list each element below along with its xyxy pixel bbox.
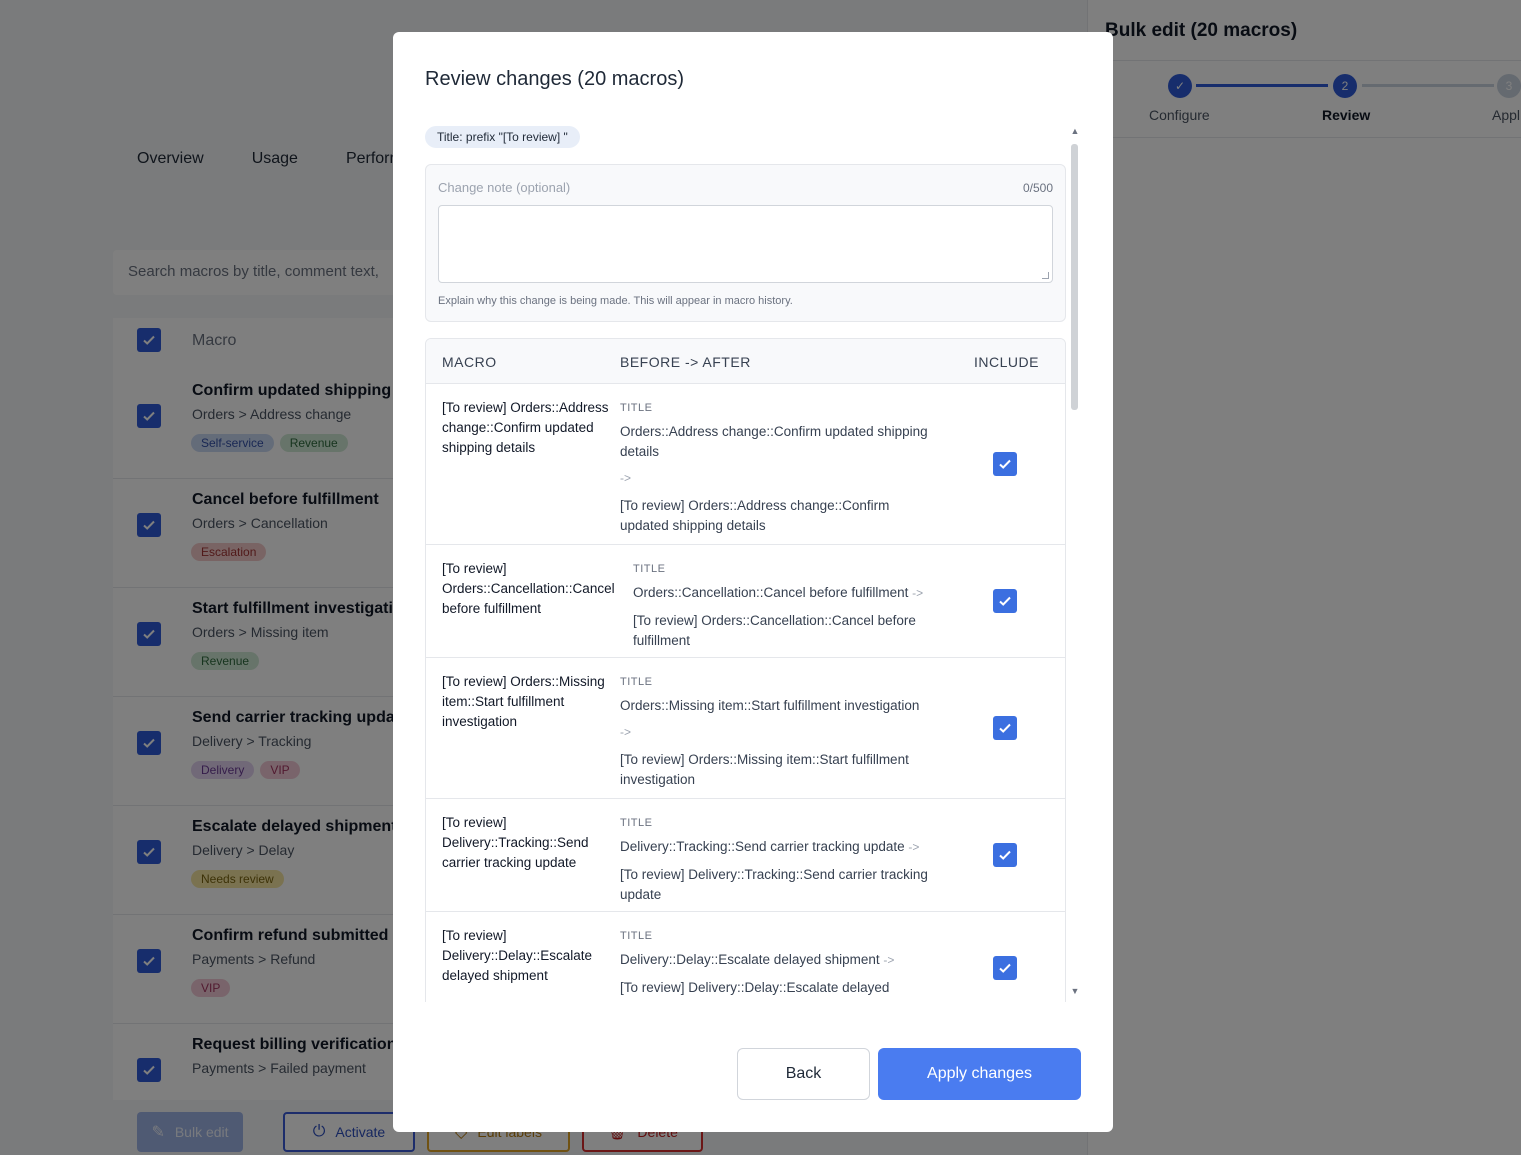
include-checkbox[interactable]: [993, 589, 1017, 613]
dialog-title: Review changes (20 macros): [425, 68, 684, 90]
check-icon: [999, 596, 1011, 606]
table-row: [To review] Orders::Missing item::Start …: [426, 658, 1065, 799]
after-value: [To review] Orders::Cancellation::Cancel…: [633, 613, 916, 648]
table-row: [To review] Orders::Address change::Conf…: [426, 384, 1065, 545]
before-value: Orders::Cancellation::Cancel before fulf…: [633, 585, 909, 600]
scroll-up-icon[interactable]: ▲: [1069, 126, 1081, 136]
check-icon: [999, 723, 1011, 733]
arrow-indicator: ->: [620, 471, 632, 485]
field-label: TITLE: [633, 563, 666, 575]
arrow-indicator: ->: [912, 586, 924, 600]
field-label: TITLE: [620, 402, 653, 414]
change-summary-chip: Title: prefix "[To review] ": [425, 126, 580, 148]
macro-title: [To review] Orders::Address change::Conf…: [442, 400, 609, 455]
check-icon: [999, 963, 1011, 973]
after-value: [To review] Orders::Missing item::Start …: [620, 752, 909, 787]
apply-changes-button[interactable]: Apply changes: [878, 1048, 1081, 1100]
before-value: Orders::Missing item::Start fulfillment …: [620, 698, 920, 713]
review-changes-dialog: Review changes (20 macros) Title: prefix…: [393, 32, 1113, 1132]
change-note-textarea[interactable]: [438, 205, 1053, 283]
before-value: Orders::Address change::Confirm updated …: [620, 424, 928, 459]
include-checkbox[interactable]: [993, 956, 1017, 980]
arrow-indicator: ->: [908, 840, 920, 854]
check-icon: [999, 459, 1011, 469]
include-checkbox[interactable]: [993, 716, 1017, 740]
change-note-help: Explain why this change is being made. T…: [438, 295, 793, 307]
macro-title: [To review] Orders::Missing item::Start …: [442, 674, 605, 729]
column-header-before-after: BEFORE -> AFTER: [620, 354, 751, 370]
before-after-cell: TITLE Orders::Cancellation::Cancel befor…: [633, 559, 943, 651]
column-header-macro: MACRO: [442, 354, 497, 370]
after-value: [To review] Orders::Address change::Conf…: [620, 498, 890, 533]
include-checkbox[interactable]: [993, 452, 1017, 476]
table-row: [To review] Delivery::Delay::Escalate de…: [426, 912, 1065, 1002]
after-value: [To review] Delivery::Delay::Escalate de…: [620, 980, 890, 1002]
change-note-label: Change note (optional): [438, 180, 571, 195]
field-label: TITLE: [620, 676, 653, 688]
before-after-cell: TITLE Delivery::Delay::Escalate delayed …: [620, 926, 940, 1002]
scrollbar-thumb[interactable]: [1071, 144, 1078, 410]
dialog-scroll-area[interactable]: Title: prefix "[To review] " Change note…: [425, 126, 1075, 1002]
macro-title: [To review] Delivery::Tracking::Send car…: [442, 815, 589, 870]
arrow-indicator: ->: [883, 953, 895, 967]
macro-title: [To review] Orders::Cancellation::Cancel…: [442, 561, 615, 616]
back-button[interactable]: Back: [737, 1048, 870, 1100]
after-value: [To review] Delivery::Tracking::Send car…: [620, 867, 928, 902]
macro-title: [To review] Delivery::Delay::Escalate de…: [442, 928, 593, 983]
before-value: Delivery::Tracking::Send carrier trackin…: [620, 839, 905, 854]
before-after-cell: TITLE Orders::Address change::Confirm up…: [620, 398, 940, 536]
scroll-down-icon[interactable]: ▼: [1069, 986, 1081, 996]
table-row: [To review] Orders::Cancellation::Cancel…: [426, 545, 1065, 658]
change-note-section: Change note (optional) 0/500 Explain why…: [425, 164, 1066, 322]
table-header: MACRO BEFORE -> AFTER INCLUDE: [426, 339, 1065, 384]
table-row: [To review] Delivery::Tracking::Send car…: [426, 799, 1065, 912]
field-label: TITLE: [620, 817, 653, 829]
dialog-scrollbar[interactable]: ▲ ▼: [1069, 126, 1081, 998]
before-after-cell: TITLE Orders::Missing item::Start fulfil…: [620, 672, 940, 790]
changes-table: MACRO BEFORE -> AFTER INCLUDE [To review…: [425, 338, 1066, 1002]
arrow-indicator: ->: [620, 725, 632, 739]
column-header-include: INCLUDE: [974, 354, 1039, 370]
change-note-counter: 0/500: [1022, 181, 1053, 195]
check-icon: [999, 850, 1011, 860]
before-value: Delivery::Delay::Escalate delayed shipme…: [620, 952, 880, 967]
before-after-cell: TITLE Delivery::Tracking::Send carrier t…: [620, 813, 940, 905]
include-checkbox[interactable]: [993, 843, 1017, 867]
field-label: TITLE: [620, 930, 653, 942]
